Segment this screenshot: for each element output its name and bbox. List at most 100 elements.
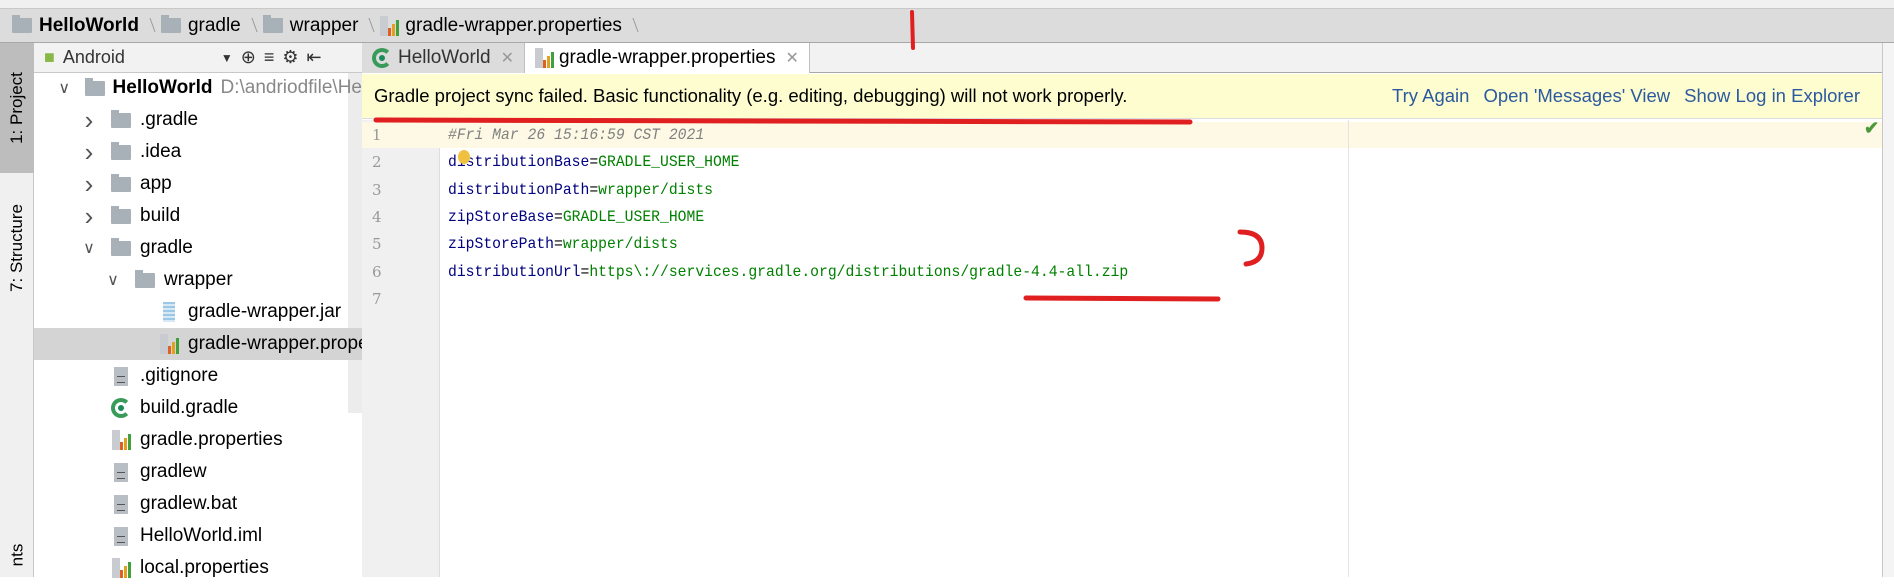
line-number: 5 — [372, 235, 382, 254]
tree-item-label: HelloWorld — [112, 77, 213, 98]
lightbulb-icon[interactable] — [458, 150, 470, 164]
tree-item[interactable]: ∨ gradle — [34, 232, 362, 264]
tree-item[interactable]: local.properties — [34, 552, 362, 584]
gradle-icon — [372, 48, 392, 68]
code-line: zipStoreBase=GRADLE_USER_HOME — [448, 204, 704, 231]
chevron-down-icon[interactable]: ∨ — [58, 78, 71, 98]
code-line: distributionBase=GRADLE_USER_HOME — [448, 149, 740, 176]
tab-structure[interactable]: 7: Structure — [0, 183, 34, 313]
breadcrumb-label: gradle-wrapper.properties — [405, 14, 622, 36]
property-value: https\://services.gradle.org/distributio… — [589, 262, 1129, 281]
gradle-icon — [110, 398, 132, 418]
module-folder-icon — [84, 77, 105, 96]
property-value: GRADLE_USER_HOME — [598, 153, 740, 172]
tree-item[interactable]: build.gradle — [34, 392, 362, 424]
tab-captures[interactable]: nts — [0, 533, 34, 577]
folder-icon — [110, 141, 132, 160]
breadcrumb-item[interactable]: wrapper — [262, 14, 373, 37]
property-value: wrapper/dists — [562, 235, 678, 254]
tab-helloworld[interactable]: HelloWorld ✕ — [362, 43, 525, 73]
code-line: zipStorePath=wrapper/dists — [448, 231, 678, 258]
tree-item-label: gradle — [140, 237, 193, 258]
code-line: distributionUrl=https\://services.gradle… — [448, 259, 1128, 286]
equals-sign: = — [589, 180, 599, 199]
property-key: zipStoreBase — [448, 207, 555, 226]
tree-item[interactable]: ∨ wrapper — [34, 264, 362, 296]
breadcrumb-label: gradle — [187, 14, 241, 36]
close-icon[interactable]: ✕ — [501, 48, 514, 68]
tree-item[interactable]: HelloWorld.iml — [34, 520, 362, 552]
tree-item[interactable]: gradlew — [34, 456, 362, 488]
toolbar-strip — [0, 0, 1894, 9]
property-key: distributionPath — [448, 180, 590, 199]
tab-project[interactable]: 1: Project — [0, 43, 34, 173]
breadcrumb-label: wrapper — [289, 14, 359, 36]
open-messages-link[interactable]: Open 'Messages' View — [1483, 85, 1670, 107]
tree-item[interactable]: gradlew.bat — [34, 488, 362, 520]
folder-icon — [110, 237, 132, 256]
sync-failed-banner: Gradle project sync failed. Basic functi… — [362, 74, 1882, 119]
locate-icon[interactable]: ⊕ — [241, 47, 256, 68]
tree-item-label: local.properties — [140, 557, 269, 578]
tree-item-label: gradle-wrapper.jar — [188, 301, 342, 322]
tree-item-label: .gradle — [140, 109, 199, 130]
breadcrumb-item[interactable]: gradle-wrapper.properties — [380, 15, 636, 37]
chevron-down-icon[interactable]: ∨ — [106, 270, 120, 290]
equals-sign: = — [554, 207, 563, 226]
tree-item[interactable]: gradle.properties — [34, 424, 362, 456]
tree-item-label: HelloWorld.iml — [140, 525, 263, 546]
breadcrumb-item[interactable]: gradle — [160, 14, 255, 37]
tree-item-label: gradlew — [140, 461, 207, 482]
property-value: wrapper/dists — [598, 180, 714, 199]
properties-icon — [534, 48, 554, 68]
hide-icon[interactable]: ⇤ — [307, 47, 322, 68]
line-number: 1 — [372, 126, 382, 144]
text-file-icon — [110, 366, 132, 386]
module-file-icon — [110, 526, 132, 546]
chevron-right-icon[interactable]: › — [82, 105, 96, 136]
tree-item[interactable]: .gitignore — [34, 360, 362, 392]
android-icon: ■ — [44, 47, 55, 67]
folder-icon — [110, 109, 132, 128]
chevron-right-icon[interactable]: › — [82, 137, 96, 168]
property-key: distributionUrl — [448, 262, 581, 281]
folder-icon — [110, 173, 132, 192]
code-line: #Fri Mar 26 15:16:59 CST 2021 — [448, 122, 704, 149]
tree-item[interactable]: › .idea — [34, 136, 362, 168]
left-tool-strip: 1: Project 7: Structure nts — [0, 43, 34, 577]
dropdown-icon[interactable]: ▼ — [221, 51, 233, 65]
tree-item-label: app — [140, 173, 172, 194]
collapse-icon[interactable]: ≡ — [264, 47, 275, 68]
gear-icon[interactable]: ⚙ — [282, 47, 298, 68]
line-number: 3 — [372, 180, 382, 199]
properties-icon — [110, 558, 132, 578]
breadcrumb: HelloWorld gradle wrapper gradle-wrapper.pr… — [0, 9, 1894, 43]
show-log-link[interactable]: Show Log in Explorer — [1684, 85, 1860, 107]
property-value: GRADLE_USER_HOME — [562, 207, 705, 226]
view-selector[interactable]: Android — [63, 47, 213, 68]
breadcrumb-label: HelloWorld — [39, 14, 139, 36]
chevron-right-icon[interactable]: › — [82, 169, 96, 200]
equals-sign: = — [589, 153, 599, 172]
tree-item[interactable]: gradle-wrapper.jar — [34, 296, 362, 328]
tree-item-label: wrapper — [164, 269, 233, 290]
code-line: distributionPath=wrapper/dists — [448, 177, 713, 204]
try-again-link[interactable]: Try Again — [1392, 85, 1469, 107]
check-icon: ✔ — [1864, 118, 1880, 138]
chevron-down-icon[interactable]: ∨ — [82, 238, 96, 258]
text-file-icon — [110, 494, 132, 514]
properties-icon — [380, 15, 400, 36]
tree-item[interactable]: › app — [34, 168, 362, 200]
tree-item[interactable]: ∨ HelloWorld D:\andriodfile\He — [34, 72, 362, 104]
folder-icon — [262, 15, 283, 33]
tab-gradle-wrapper-properties[interactable]: gradle-wrapper.properties ✕ — [524, 43, 810, 73]
line-number: 6 — [372, 262, 382, 281]
tree-item[interactable]: › .gradle — [34, 104, 362, 136]
close-icon[interactable]: ✕ — [786, 48, 799, 68]
editor-scrollbar[interactable] — [1882, 43, 1894, 577]
chevron-right-icon[interactable]: › — [82, 201, 96, 232]
comment: #Fri Mar 26 15:16:59 CST 2021 — [448, 126, 705, 144]
tree-item[interactable]: › build — [34, 200, 362, 232]
folder-icon — [12, 15, 32, 33]
breadcrumb-item[interactable]: HelloWorld — [12, 15, 153, 37]
